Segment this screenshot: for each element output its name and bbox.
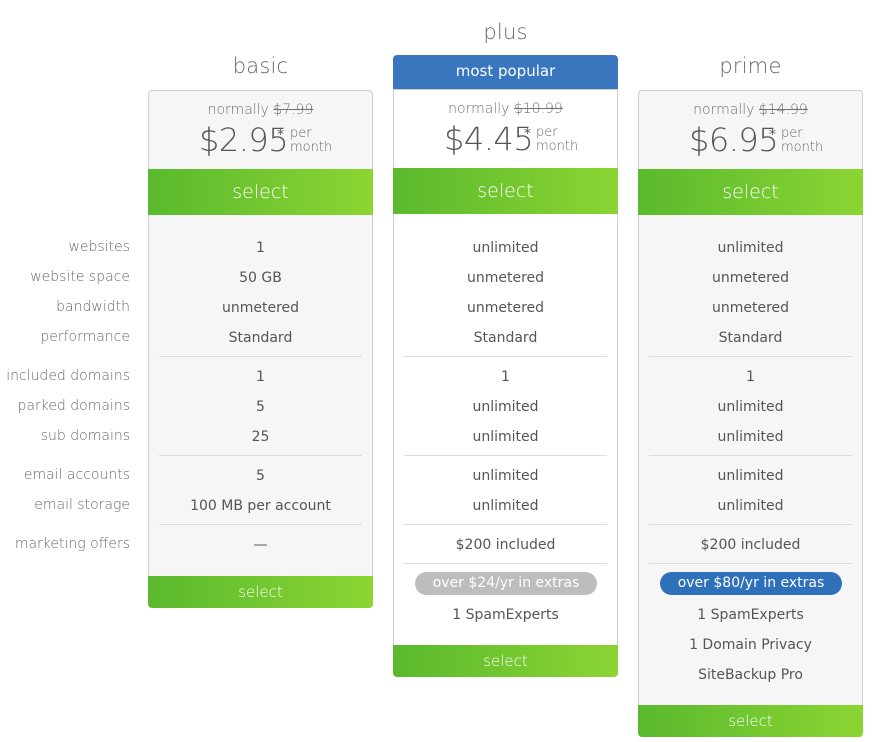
section-divider xyxy=(649,524,852,525)
section-divider xyxy=(404,524,607,525)
feature-label-email-accounts: email accounts xyxy=(23,467,130,483)
feature-value: Standard xyxy=(228,330,293,346)
feature-value: unmetered xyxy=(466,270,545,286)
per-label: per xyxy=(536,125,558,140)
feature-value: unlimited xyxy=(717,240,784,256)
plan-title: basic xyxy=(232,54,289,78)
extras-pill: over $24/yr in extras xyxy=(415,572,597,595)
section-divider xyxy=(404,356,607,357)
normal-price: $14.99 xyxy=(758,102,808,118)
section-divider xyxy=(649,563,852,564)
select-button-top[interactable]: select xyxy=(638,169,863,215)
feature-value: 100 MB per account xyxy=(190,498,331,514)
feature-value: unmetered xyxy=(711,300,790,316)
feature-value: unlimited xyxy=(472,399,539,415)
normally-label: normally xyxy=(448,101,510,117)
normally-label: normally xyxy=(693,102,755,118)
feature-value: 5 xyxy=(256,468,265,484)
section-divider xyxy=(159,356,362,357)
feature-value: unmetered xyxy=(711,270,790,286)
feature-value: 25 xyxy=(251,429,270,445)
extras-pill: over $80/yr in extras xyxy=(660,572,842,595)
per-label: per xyxy=(290,126,312,141)
section-divider xyxy=(404,563,607,564)
sale-price: $6.95 xyxy=(689,121,779,159)
normal-price: $7.99 xyxy=(273,102,314,118)
price-asterisk: * xyxy=(524,126,531,142)
section-divider xyxy=(159,455,362,456)
plan-card: normally $10.99 $4.45 * per month select… xyxy=(393,89,618,645)
month-label: month xyxy=(536,139,579,154)
per-label: per xyxy=(781,126,803,141)
feature-value: 5 xyxy=(256,399,265,415)
feature-value: unlimited xyxy=(717,498,784,514)
feature-label-included-domains: included domains xyxy=(6,368,130,384)
select-button-top[interactable]: select xyxy=(148,169,373,215)
feature-label-parked-domains: parked domains xyxy=(17,398,130,414)
price-period: per month xyxy=(536,126,578,154)
price-period: per month xyxy=(290,127,332,155)
plan-title: plus xyxy=(483,20,528,44)
extra-item: SiteBackup Pro xyxy=(698,667,803,683)
feature-value: unlimited xyxy=(717,399,784,415)
feature-label-bandwidth: bandwidth xyxy=(56,299,130,315)
extra-item: 1 Domain Privacy xyxy=(689,637,812,653)
price-period: per month xyxy=(781,127,823,155)
feature-value: 1 xyxy=(501,369,510,385)
feature-value: unlimited xyxy=(717,468,784,484)
feature-value: unlimited xyxy=(472,429,539,445)
normal-price-line: normally $14.99 xyxy=(639,102,862,118)
most-popular-badge: most popular xyxy=(393,55,618,89)
feature-label-website-space: website space xyxy=(30,269,130,285)
feature-value: unlimited xyxy=(472,498,539,514)
plan-card: normally $7.99 $2.95 * per month select … xyxy=(148,90,373,576)
feature-value: unmetered xyxy=(466,300,545,316)
feature-label-email-storage: email storage xyxy=(34,497,130,513)
feature-value: $200 included xyxy=(455,537,556,553)
feature-value: 1 xyxy=(746,369,755,385)
section-divider xyxy=(404,455,607,456)
section-divider xyxy=(649,356,852,357)
section-divider xyxy=(649,455,852,456)
normal-price-line: normally $7.99 xyxy=(149,102,372,118)
feature-value: — xyxy=(253,537,268,553)
sale-price: $4.45 xyxy=(444,120,534,158)
feature-label-websites: websites xyxy=(68,239,130,255)
normal-price: $10.99 xyxy=(513,101,563,117)
normally-label: normally xyxy=(207,102,269,118)
price-asterisk: * xyxy=(769,127,776,143)
feature-value: $200 included xyxy=(700,537,801,553)
feature-value: 50 GB xyxy=(239,270,282,286)
month-label: month xyxy=(290,140,333,155)
price-block: normally $14.99 $6.95 * per month xyxy=(639,91,862,169)
feature-value: unmetered xyxy=(221,300,300,316)
section-divider xyxy=(159,524,362,525)
feature-value: unlimited xyxy=(472,240,539,256)
month-label: month xyxy=(781,140,824,155)
normal-price-line: normally $10.99 xyxy=(394,101,617,117)
plan-card: normally $14.99 $6.95 * per month select… xyxy=(638,90,863,705)
feature-label-sub-domains: sub domains xyxy=(40,428,130,444)
extra-item: 1 SpamExperts xyxy=(452,607,559,623)
feature-label-marketing-offers: marketing offers xyxy=(14,536,130,552)
feature-value: unlimited xyxy=(472,468,539,484)
price-asterisk: * xyxy=(277,127,284,143)
feature-value: Standard xyxy=(473,330,538,346)
feature-value: 1 xyxy=(256,240,265,256)
select-button-bottom[interactable]: select xyxy=(638,705,863,737)
price-block: normally $7.99 $2.95 * per month xyxy=(149,91,372,169)
feature-value: Standard xyxy=(718,330,783,346)
plan-title: prime xyxy=(719,54,782,78)
feature-value: unlimited xyxy=(717,429,784,445)
extra-item: 1 SpamExperts xyxy=(697,607,804,623)
select-button-bottom[interactable]: select xyxy=(148,576,373,608)
feature-label-performance: performance xyxy=(40,329,130,345)
feature-value: 1 xyxy=(256,369,265,385)
select-button-top[interactable]: select xyxy=(393,168,618,214)
select-button-bottom[interactable]: select xyxy=(393,645,618,677)
sale-price: $2.95 xyxy=(199,121,289,159)
price-block: normally $10.99 $4.45 * per month xyxy=(394,90,617,168)
